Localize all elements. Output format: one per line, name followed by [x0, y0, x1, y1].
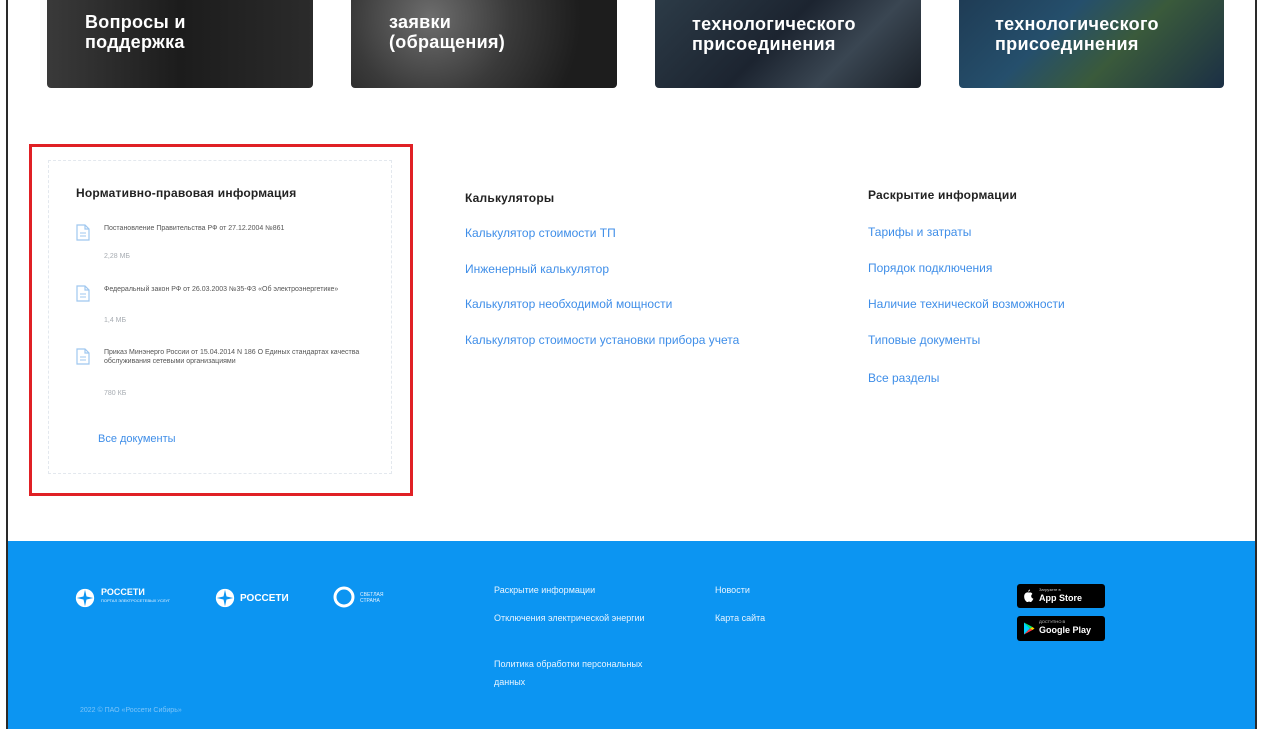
logo-text: РОССЕТИ [101, 587, 145, 597]
footer-link-sitemap[interactable]: Карта сайта [715, 609, 765, 627]
calculators-title: Калькуляторы [465, 191, 555, 205]
footer: РОССЕТИ ПОРТАЛ ЭЛЕКТРОСЕТЕВЫХ УСЛУГ РОСС… [8, 541, 1255, 729]
logo-rosseti[interactable]: РОССЕТИ [214, 587, 314, 611]
document-item[interactable]: Федеральный закон РФ от 26.03.2003 №35-Ф… [76, 285, 366, 325]
card-title: технологического присоединения [692, 14, 856, 54]
google-play-text: Google Play [1039, 625, 1092, 635]
logo-text: СВЕТЛАЯ СТРАНА [360, 592, 384, 604]
disclosure-title: Раскрытие информации [868, 188, 1018, 202]
document-name: Федеральный закон РФ от 26.03.2003 №35-Ф… [104, 286, 339, 293]
document-size: 2,28 МБ [104, 253, 130, 260]
logo-subtext: ПОРТАЛ ЭЛЕКТРОСЕТЕВЫХ УСЛУГ [101, 598, 171, 603]
rosseti-emblem-icon [75, 588, 95, 608]
link-power-calc[interactable]: Калькулятор необходимой мощности [465, 297, 672, 311]
card-tech-connection-1[interactable]: технологического присоединения [655, 0, 921, 88]
google-play-small-text: ДОСТУПНО В [1039, 619, 1066, 624]
card-title: заявки (обращения) [389, 12, 506, 52]
rosseti-emblem-icon [215, 588, 235, 608]
logo-rosseti-portal[interactable]: РОССЕТИ ПОРТАЛ ЭЛЕКТРОСЕТЕВЫХ УСЛУГ [74, 587, 184, 611]
document-icon [76, 348, 90, 365]
document-size: 780 КБ [104, 390, 127, 397]
card-title: технологического присоединения [995, 14, 1159, 54]
link-tariffs[interactable]: Тарифы и затраты [868, 225, 971, 239]
logo-text: РОССЕТИ [240, 593, 289, 604]
document-size: 1,4 МБ [104, 317, 127, 324]
app-store-text: App Store [1039, 593, 1083, 603]
link-typical-docs[interactable]: Типовые документы [868, 333, 980, 347]
app-store-button[interactable]:  Загрузите в App Store [1017, 584, 1105, 608]
footer-link-privacy[interactable]: Политика обработки персональных данных [494, 655, 644, 691]
google-play-icon [1024, 622, 1035, 635]
footer-link-outages[interactable]: Отключения электрической энергии [494, 609, 674, 627]
card-tech-connection-2[interactable]: технологического присоединения [959, 0, 1224, 88]
link-connection-order[interactable]: Порядок подключения [868, 261, 992, 275]
copyright: 2022 © ПАО «Россети Сибирь» [80, 707, 182, 714]
card-applications[interactable]: заявки (обращения) [351, 0, 617, 88]
apple-icon-shape [1024, 589, 1034, 602]
logo-svetlaya-strana[interactable]: СВЕТЛАЯ СТРАНА [332, 585, 412, 611]
all-documents-link[interactable]: Все документы [98, 433, 176, 445]
card-title: Вопросы и поддержка [85, 12, 186, 52]
document-item[interactable]: Постановление Правительства РФ от 27.12.… [76, 224, 366, 264]
document-name: Постановление Правительства РФ от 27.12.… [104, 225, 285, 232]
link-engineering-calc[interactable]: Инженерный калькулятор [465, 262, 609, 276]
app-store-small-text: Загрузите в [1039, 587, 1061, 592]
document-icon [76, 285, 90, 302]
documents-title: Нормативно-правовая информация [76, 186, 297, 200]
google-play-button[interactable]: ДОСТУПНО В Google Play [1017, 616, 1105, 641]
footer-link-news[interactable]: Новости [715, 581, 750, 599]
ring-logo-icon [333, 586, 355, 608]
footer-link-disclosure[interactable]: Раскрытие информации [494, 581, 595, 599]
document-name: Приказ Минэнерго России от 15.04.2014 N … [104, 349, 360, 365]
link-tech-possibility[interactable]: Наличие технической возможности [868, 297, 1065, 311]
link-meter-install-calc[interactable]: Калькулятор стоимости установки прибора … [465, 333, 739, 347]
document-item[interactable]: Приказ Минэнерго России от 15.04.2014 N … [76, 348, 366, 400]
link-calc-tp-cost[interactable]: Калькулятор стоимости ТП [465, 226, 616, 240]
card-support[interactable]: Вопросы и поддержка [47, 0, 313, 88]
link-all-sections[interactable]: Все разделы [868, 371, 939, 385]
document-icon [76, 224, 90, 241]
